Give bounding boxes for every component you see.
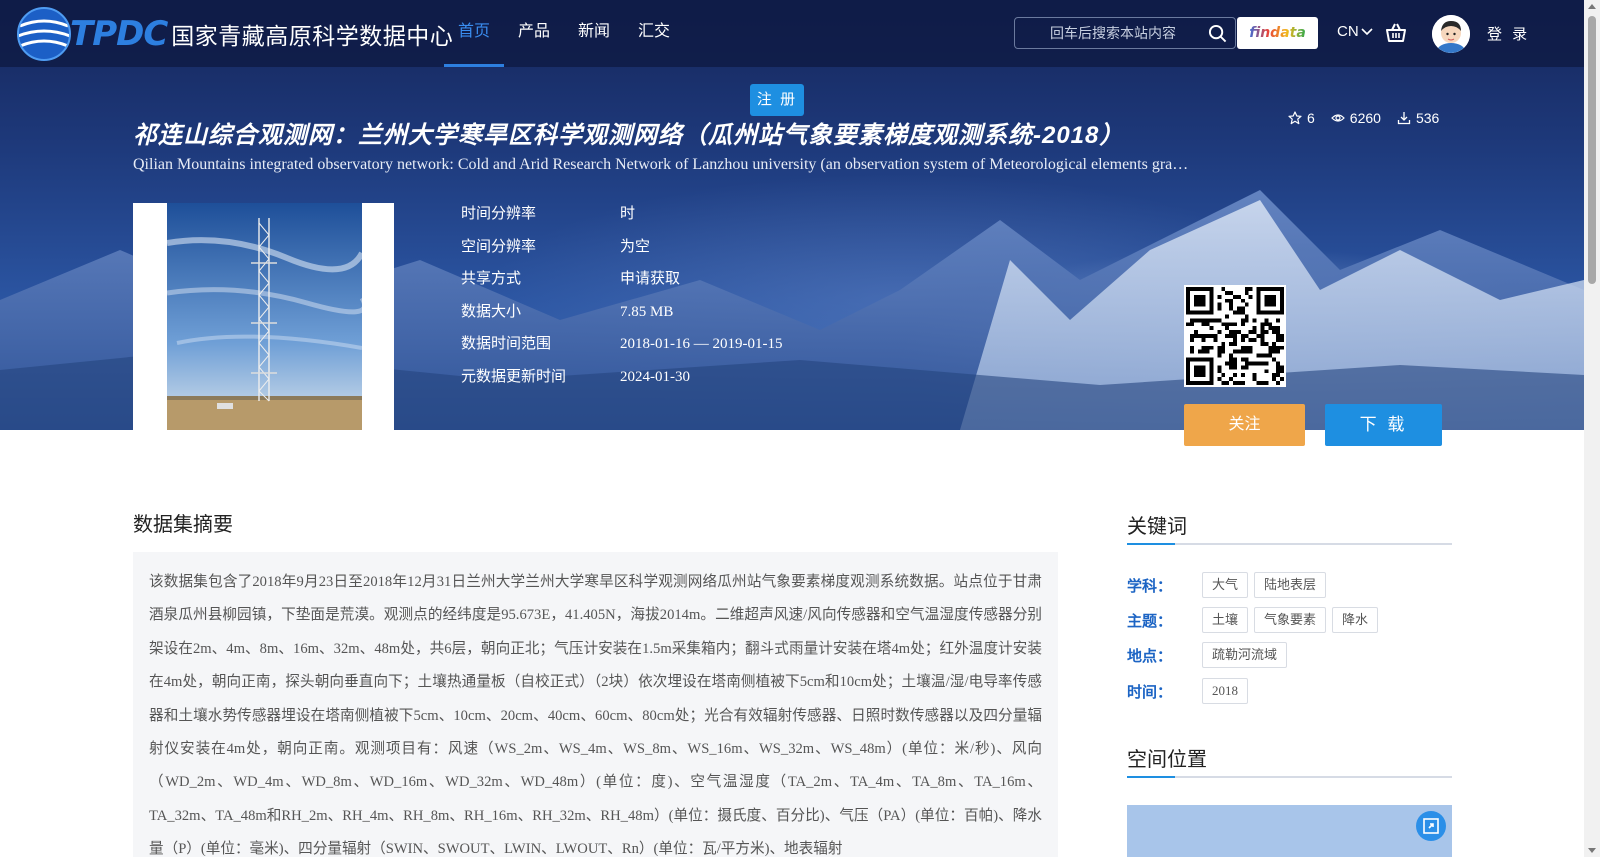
download-button[interactable]: 下 载 <box>1325 404 1442 446</box>
dataset-title-en: Qilian Mountains integrated observatory … <box>133 156 1193 173</box>
findata-button[interactable]: findata <box>1237 17 1318 49</box>
location-map[interactable] <box>1127 805 1452 857</box>
nav-item-news[interactable]: 新闻 <box>564 0 624 67</box>
view-count: 6260 <box>1330 110 1381 126</box>
keyword-tag[interactable]: 陆地表层 <box>1254 572 1327 598</box>
login-link[interactable]: 登 录 <box>1487 23 1530 44</box>
user-avatar-icon <box>1432 15 1470 53</box>
meta-value: 时 <box>620 205 636 222</box>
expand-icon <box>1423 818 1439 834</box>
keyword-tag[interactable]: 土壤 <box>1202 607 1249 633</box>
nav-item-home[interactable]: 首页 <box>444 0 505 67</box>
keyword-label: 学科： <box>1127 577 1173 595</box>
fullscreen-icon[interactable] <box>1416 811 1446 841</box>
meta-label: 数据时间范围 <box>461 335 552 352</box>
location-header: 空间位置 <box>1127 743 1452 778</box>
star-icon <box>1288 111 1302 125</box>
language-switcher[interactable]: CN <box>1337 23 1373 40</box>
star-count: 6 <box>1288 110 1315 126</box>
top-navigation-bar: TPDC 国家青藏高原科学数据中心 首页 产品 新闻 汇交 findata CN <box>0 0 1584 67</box>
keyword-tag[interactable]: 气象要素 <box>1254 607 1327 633</box>
meta-row-spatial-resolution: 空间分辨率 为空 <box>461 233 782 266</box>
dataset-metadata: 时间分辨率 时 空间分辨率 为空 共享方式 申请获取 数据大小 7.85 MB … <box>461 200 782 395</box>
meta-value: 2018-01-16 — 2019-01-15 <box>620 336 783 352</box>
eye-icon <box>1330 114 1345 122</box>
observation-tower-image <box>167 203 362 430</box>
keyword-row-time: 时间： 2018 <box>1127 678 1254 704</box>
search-box <box>1014 17 1236 49</box>
keyword-row-theme: 主题： 土壤 气象要素 降水 <box>1127 607 1384 633</box>
meta-value: 7.85 MB <box>620 303 674 320</box>
dataset-thumbnail <box>133 203 394 430</box>
download-count: 536 <box>1397 110 1439 126</box>
logo-site-name: 国家青藏高原科学数据中心 <box>171 23 454 49</box>
dataset-stats: 6 6260 536 <box>1288 110 1439 126</box>
keyword-row-subject: 学科： 大气 陆地表层 <box>1127 572 1332 598</box>
nav-item-products[interactable]: 产品 <box>504 0 564 67</box>
search-input[interactable] <box>1023 18 1203 48</box>
main-nav: 首页 产品 新闻 汇交 <box>444 0 684 67</box>
meta-label: 元数据更新时间 <box>461 367 567 385</box>
page-scrollbar[interactable] <box>1584 0 1600 857</box>
download-count-value: 536 <box>1415 110 1440 126</box>
follow-button[interactable]: 关注 <box>1184 404 1305 446</box>
meta-label: 时间分辨率 <box>461 205 537 222</box>
star-count-value: 6 <box>1307 110 1315 126</box>
view-count-value: 6260 <box>1349 110 1381 126</box>
keyword-label: 地点： <box>1127 647 1173 665</box>
keyword-row-place: 地点： 疏勒河流域 <box>1127 642 1293 668</box>
language-label: CN <box>1337 23 1359 40</box>
meta-row-time-resolution: 时间分辨率 时 <box>461 200 782 233</box>
keyword-tag[interactable]: 2018 <box>1202 678 1248 704</box>
dataset-title-cn: 祁连山综合观测网：兰州大学寒旱区科学观测网络（瓜州站气象要素梯度观测系统-201… <box>133 122 1125 147</box>
meta-label: 空间分辨率 <box>461 237 537 255</box>
meta-label: 共享方式 <box>461 270 522 287</box>
abstract-title: 数据集摘要 <box>133 514 233 536</box>
abstract-box: 该数据集包含了2018年9月23日至2018年12月31日兰州大学兰州大学寒旱区… <box>133 552 1058 857</box>
meta-value: 申请获取 <box>620 270 681 287</box>
download-icon <box>1397 112 1411 125</box>
meta-row-sharing-method: 共享方式 申请获取 <box>461 265 782 298</box>
abstract-text: 该数据集包含了2018年9月23日至2018年12月31日兰州大学兰州大学寒旱区… <box>149 574 1042 857</box>
keywords-title: 关键词 <box>1127 516 1187 538</box>
keyword-tag[interactable]: 降水 <box>1332 607 1379 633</box>
meta-row-metadata-updated: 元数据更新时间 2024-01-30 <box>461 363 782 396</box>
location-title: 空间位置 <box>1127 749 1207 771</box>
keyword-tag[interactable]: 大气 <box>1202 572 1249 598</box>
keywords-header: 关键词 <box>1127 510 1452 545</box>
scroll-up-arrow-icon[interactable] <box>1588 4 1596 9</box>
keyword-tag[interactable]: 疏勒河流域 <box>1202 642 1288 668</box>
chevron-down-icon <box>1361 27 1373 35</box>
globe-logo-icon <box>17 7 71 61</box>
meta-value: 为空 <box>620 237 651 255</box>
qr-code <box>1184 285 1286 387</box>
scroll-down-arrow-icon[interactable] <box>1588 848 1596 853</box>
register-button[interactable]: 注 册 <box>750 84 804 116</box>
meta-value: 2024-01-30 <box>620 368 690 385</box>
site-logo[interactable]: TPDC 国家青藏高原科学数据中心 <box>14 4 453 64</box>
nav-item-submit[interactable]: 汇交 <box>624 0 684 67</box>
meta-row-data-size: 数据大小 7.85 MB <box>461 298 782 331</box>
keyword-label: 时间： <box>1127 683 1173 701</box>
findata-label: findata <box>1249 25 1306 41</box>
keyword-label: 主题： <box>1127 612 1173 630</box>
user-avatar[interactable] <box>1432 15 1470 53</box>
meta-row-time-range: 数据时间范围 2018-01-16 — 2019-01-15 <box>461 330 782 363</box>
scrollbar-thumb[interactable] <box>1588 16 1596 284</box>
meta-label: 数据大小 <box>461 302 522 320</box>
qr-code-icon <box>1186 287 1284 385</box>
search-icon[interactable] <box>1208 24 1227 43</box>
logo-abbreviation: TPDC <box>70 14 168 54</box>
shopping-basket-icon[interactable] <box>1385 22 1407 44</box>
